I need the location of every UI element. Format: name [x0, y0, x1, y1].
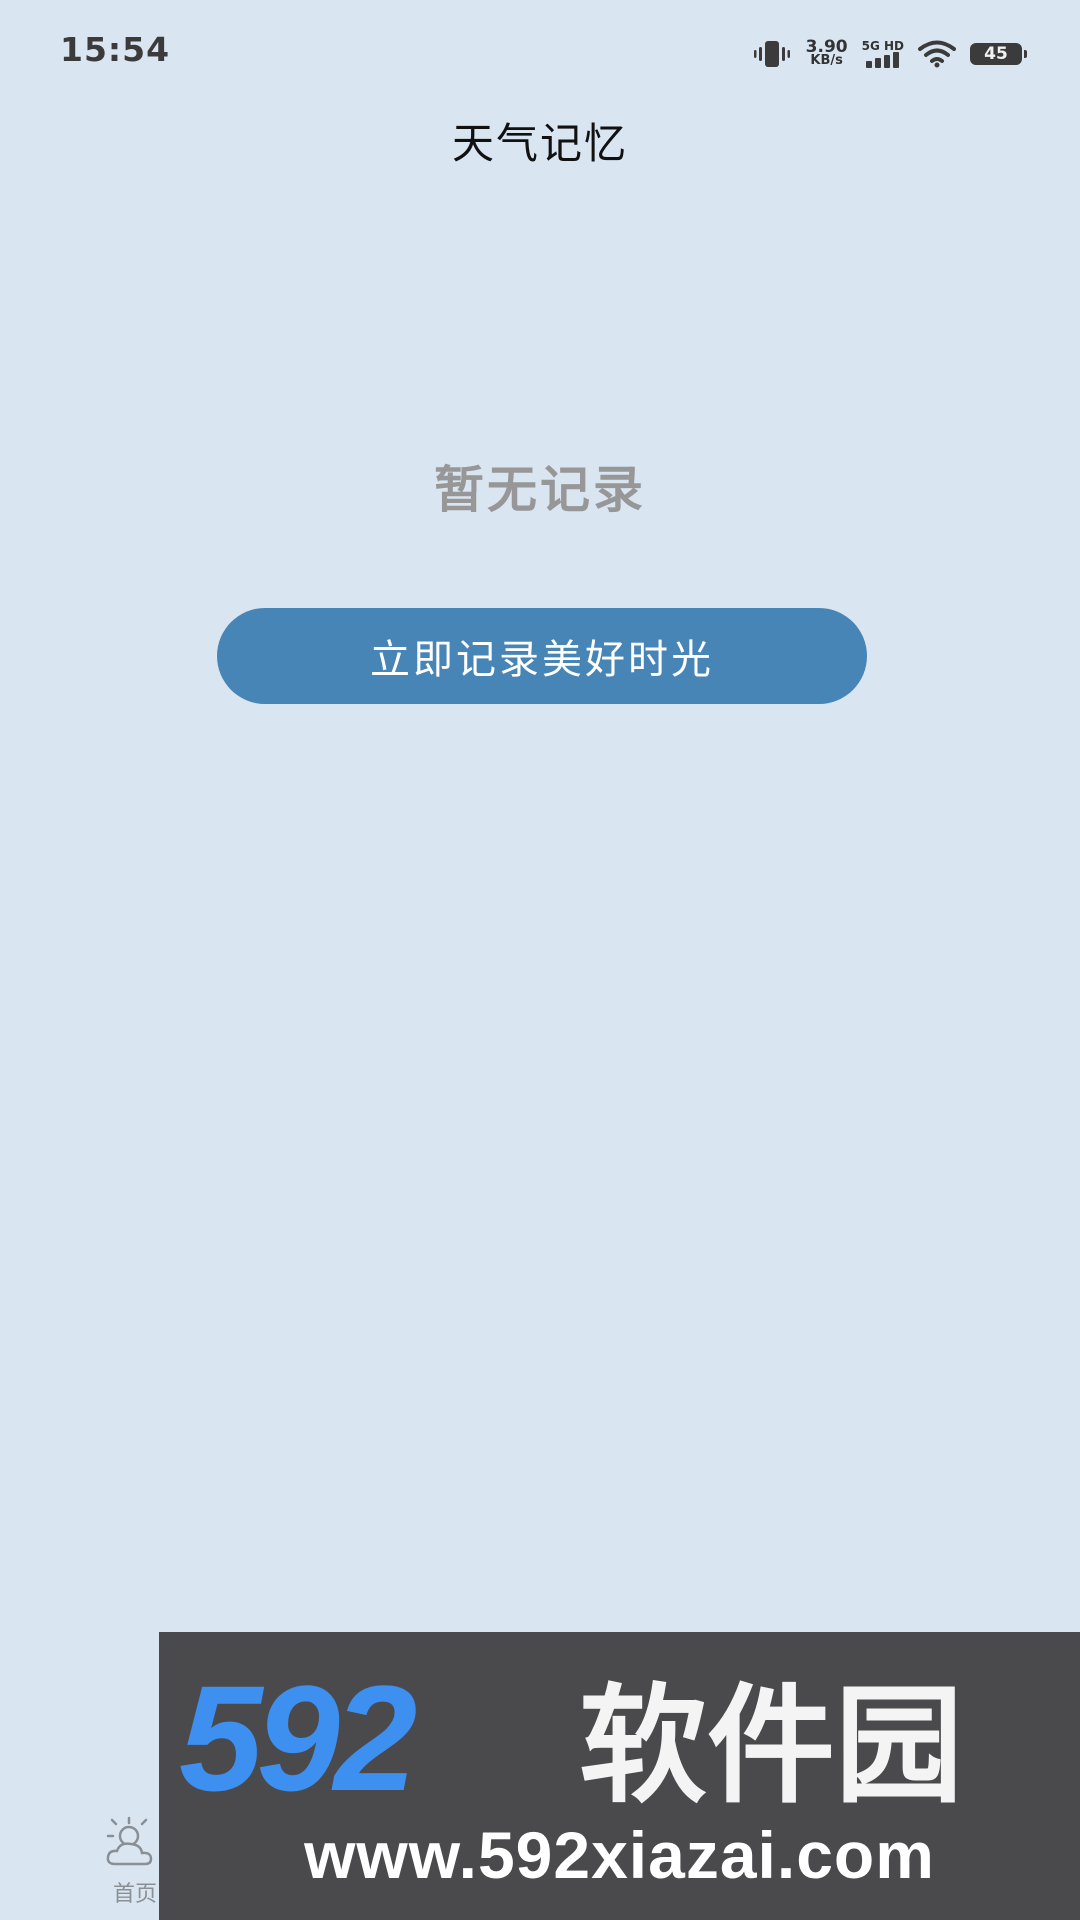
svg-text:软件园: 软件园 — [579, 1672, 963, 1812]
record-now-button[interactable]: 立即记录美好时光 — [217, 608, 867, 704]
status-bar: 15:54 3.90 KB/s 5G HD 45 — [0, 0, 1080, 106]
nav-item-home-label: 首页 — [112, 1882, 157, 1907]
status-icons: 3.90 KB/s 5G HD 45 — [752, 37, 1027, 70]
status-time: 15:54 — [60, 30, 171, 69]
net-speed: 3.90 KB/s — [805, 37, 848, 68]
watermark-url: www.592xiazai.com — [304, 1818, 935, 1892]
cellular-signal: 5G HD — [862, 40, 904, 68]
battery-icon: 45 — [970, 43, 1027, 65]
net-speed-unit: KB/s — [810, 53, 843, 68]
signal-icon — [865, 52, 899, 68]
watermark-logo: 592 软件园 — [179, 1672, 963, 1812]
svg-text:592: 592 — [179, 1672, 416, 1812]
watermark-banner: 592 软件园 www.592xiazai.com — [159, 1632, 1080, 1920]
wifi-icon — [918, 40, 956, 68]
vibrate-icon — [753, 41, 790, 67]
signal-label: 5G HD — [861, 39, 904, 53]
battery-level: 45 — [984, 44, 1008, 64]
net-speed-value: 3.90 — [805, 37, 848, 57]
weather-icon — [106, 1816, 153, 1866]
page-title: 天气记忆 — [451, 119, 628, 168]
empty-state-text: 暂无记录 — [434, 461, 646, 519]
